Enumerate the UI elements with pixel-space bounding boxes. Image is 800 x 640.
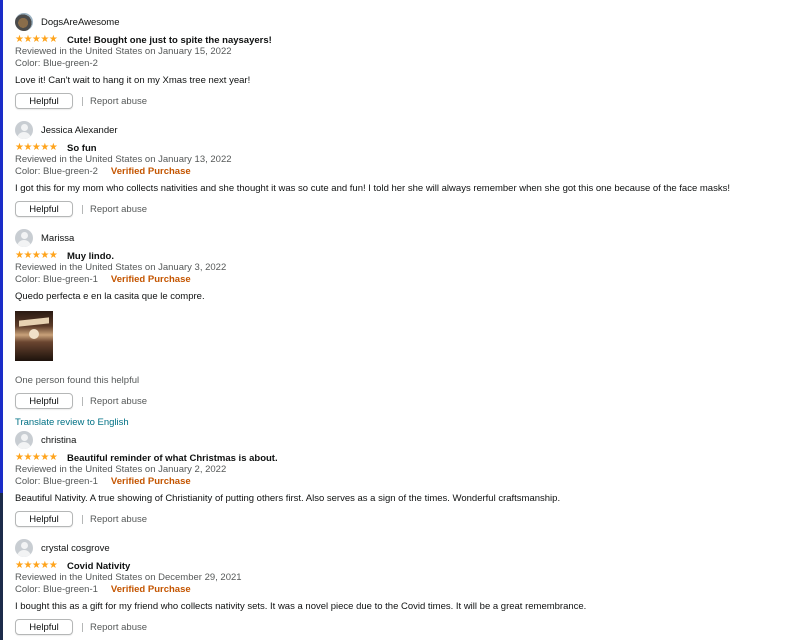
review-body: Quedo perfecta e en la casita que le com… — [15, 291, 205, 302]
review-title[interactable]: Muy lindo. — [67, 251, 114, 262]
review-date: Reviewed in the United States on January… — [15, 464, 227, 475]
window-edge — [0, 0, 3, 640]
review-color[interactable]: Color: Blue-green-1 — [15, 476, 98, 488]
divider — [82, 514, 83, 524]
divider — [82, 96, 83, 106]
review-card: DogsAreAwesome ★★★★★ Cute! Bought one ju… — [15, 12, 790, 109]
review-date: Reviewed in the United States on January… — [15, 262, 227, 273]
review-body: Love it! Can't wait to hang it on my Xma… — [15, 75, 251, 86]
verified-purchase-badge: Verified Purchase — [110, 166, 191, 177]
review-date: Reviewed in the United States on Decembe… — [15, 572, 242, 583]
review-title[interactable]: Cute! Bought one just to spite the naysa… — [67, 35, 272, 46]
report-abuse-link[interactable]: Report abuse — [90, 622, 147, 633]
review-title[interactable]: Covid Nativity — [67, 561, 130, 572]
reviewer-name[interactable]: Marissa — [41, 233, 74, 244]
avatar — [15, 431, 33, 449]
review-color[interactable]: Color: Blue-green-2 — [15, 166, 98, 178]
reviewer-profile[interactable]: DogsAreAwesome — [15, 12, 790, 32]
review-body: I got this for my mom who collects nativ… — [15, 183, 730, 194]
verified-purchase-badge: Verified Purchase — [110, 274, 191, 285]
star-rating-icon[interactable]: ★★★★★ — [15, 250, 67, 262]
reviewer-profile[interactable]: crystal cosgrove — [15, 538, 790, 558]
review-body: I bought this as a gift for my friend wh… — [15, 601, 587, 612]
reviewer-name[interactable]: DogsAreAwesome — [41, 17, 120, 28]
helpful-button[interactable]: Helpful — [15, 393, 73, 409]
reviewer-profile[interactable]: Marissa — [15, 228, 790, 248]
review-date: Reviewed in the United States on January… — [15, 46, 232, 57]
review-card: crystal cosgrove ★★★★★ Covid Nativity Re… — [15, 538, 790, 635]
verified-purchase-badge: Verified Purchase — [110, 476, 191, 487]
report-abuse-link[interactable]: Report abuse — [90, 396, 147, 407]
reviewer-profile[interactable]: Jessica Alexander — [15, 120, 790, 140]
review-card: christina ★★★★★ Beautiful reminder of wh… — [15, 430, 790, 527]
reviewer-name[interactable]: crystal cosgrove — [41, 543, 110, 554]
verified-purchase-badge: Verified Purchase — [110, 584, 191, 595]
avatar — [15, 539, 33, 557]
review-title[interactable]: So fun — [67, 143, 97, 154]
divider — [82, 622, 83, 632]
avatar — [15, 229, 33, 247]
avatar — [15, 121, 33, 139]
review-card: Marissa ★★★★★ Muy lindo. Reviewed in the… — [15, 228, 790, 428]
window-edge-dark — [0, 493, 3, 640]
reviewer-name[interactable]: christina — [41, 435, 76, 446]
divider — [82, 396, 83, 406]
star-rating-icon[interactable]: ★★★★★ — [15, 142, 67, 154]
review-image-thumbnail[interactable] — [15, 311, 53, 361]
reviewer-profile[interactable]: christina — [15, 430, 790, 450]
helpful-count: One person found this helpful — [15, 375, 140, 386]
star-rating-icon[interactable]: ★★★★★ — [15, 34, 67, 46]
review-card: Jessica Alexander ★★★★★ So fun Reviewed … — [15, 120, 790, 217]
star-rating-icon[interactable]: ★★★★★ — [15, 452, 67, 464]
review-color[interactable]: Color: Blue-green-1 — [15, 274, 98, 286]
report-abuse-link[interactable]: Report abuse — [90, 96, 147, 107]
star-rating-icon[interactable]: ★★★★★ — [15, 560, 67, 572]
report-abuse-link[interactable]: Report abuse — [90, 204, 147, 215]
review-title[interactable]: Beautiful reminder of what Christmas is … — [67, 453, 278, 464]
helpful-button[interactable]: Helpful — [15, 619, 73, 635]
report-abuse-link[interactable]: Report abuse — [90, 514, 147, 525]
avatar — [15, 13, 33, 31]
review-date: Reviewed in the United States on January… — [15, 154, 232, 165]
review-color[interactable]: Color: Blue-green-2 — [15, 58, 98, 70]
divider — [82, 204, 83, 214]
translate-review-link[interactable]: Translate review to English — [15, 417, 790, 428]
helpful-button[interactable]: Helpful — [15, 511, 73, 527]
review-body: Beautiful Nativity. A true showing of Ch… — [15, 493, 561, 504]
helpful-button[interactable]: Helpful — [15, 93, 73, 109]
reviewer-name[interactable]: Jessica Alexander — [41, 125, 118, 136]
review-color[interactable]: Color: Blue-green-1 — [15, 584, 98, 596]
helpful-button[interactable]: Helpful — [15, 201, 73, 217]
